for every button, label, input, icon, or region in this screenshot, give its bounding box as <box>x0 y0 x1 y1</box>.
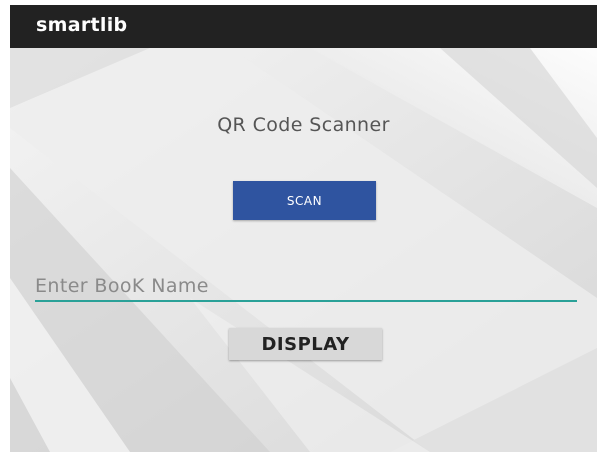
screen: smartlib QR Code Scanner SCAN Enter BooK… <box>0 0 598 461</box>
book-name-input[interactable] <box>35 272 577 302</box>
page-heading: QR Code Scanner <box>217 114 390 136</box>
background-graphic <box>10 48 597 452</box>
app-bar: smartlib <box>10 5 597 48</box>
scan-button[interactable]: SCAN <box>233 181 376 220</box>
main-content: QR Code Scanner SCAN DISPLAY <box>10 48 597 452</box>
display-button[interactable]: DISPLAY <box>229 328 382 360</box>
app-title: smartlib <box>36 14 128 36</box>
